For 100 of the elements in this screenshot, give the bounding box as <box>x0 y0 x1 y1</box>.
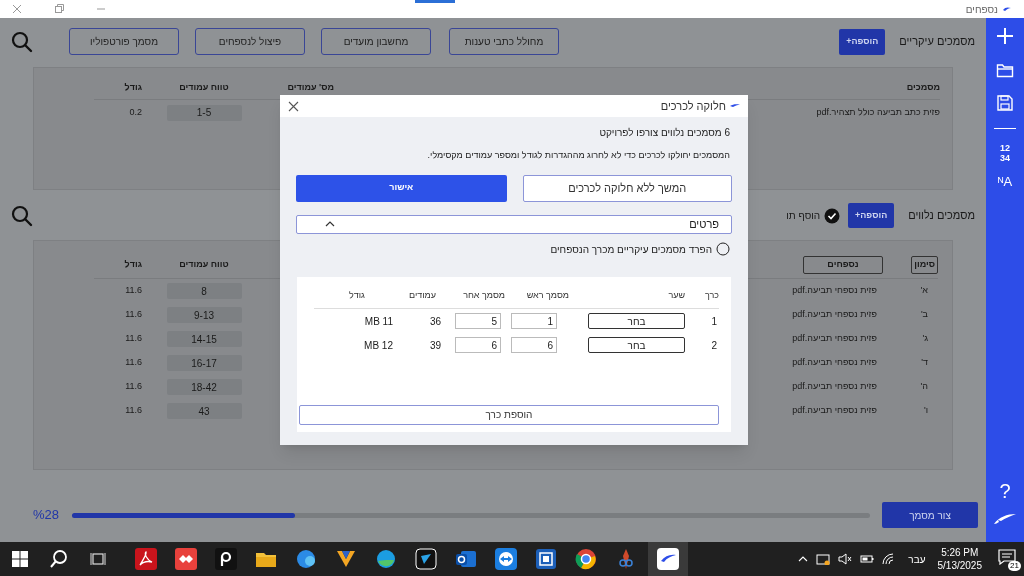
column-header: גודל <box>348 289 366 303</box>
table-cell: פזית נספחי תביעה.pdf <box>792 332 877 346</box>
app-icon[interactable] <box>295 548 317 570</box>
tray-app-icon[interactable] <box>816 553 831 565</box>
number-field[interactable]: 1 <box>511 313 557 329</box>
tool-button[interactable]: פיצול לנספחים <box>195 28 305 55</box>
save-icon[interactable] <box>997 95 1013 111</box>
column-button[interactable]: נספחים <box>803 255 883 274</box>
number-field[interactable]: 5 <box>455 313 501 329</box>
skip-button[interactable]: המשך ללא חלוקה לכרכים <box>522 174 732 202</box>
option-label: הוסף תו <box>786 209 821 223</box>
table-cell-text: MB 12 <box>363 338 394 353</box>
app-icon[interactable] <box>175 548 197 570</box>
range-pill: 16-17 <box>166 355 242 371</box>
add-volume-button[interactable]: הוספת כרך <box>299 404 719 425</box>
window-title: נספחים <box>965 2 998 17</box>
numbering-label[interactable]: 34 <box>1000 153 1010 163</box>
column-header: כרך <box>703 289 719 303</box>
browser-icon[interactable] <box>575 548 597 570</box>
chevron-icon[interactable] <box>798 556 809 562</box>
table-cell-text: 0.2 <box>128 105 143 119</box>
remote-icon[interactable] <box>495 548 517 570</box>
column-header: גודל <box>123 80 143 94</box>
notification-icon[interactable] <box>998 549 1016 565</box>
translate-label[interactable]: ᴺA <box>997 172 1013 192</box>
table-cell-text: MB 11 <box>363 314 394 329</box>
range-pill: 1-5 <box>166 104 242 121</box>
feather-app-icon[interactable] <box>657 548 679 570</box>
table-cell: פזית נספחי תביעה.pdf <box>792 356 877 370</box>
document-app-icon[interactable] <box>135 548 157 570</box>
check-circle-icon[interactable] <box>824 207 841 224</box>
number-field[interactable]: 6 <box>455 337 501 353</box>
app-icon[interactable] <box>415 548 437 570</box>
column-header: גודל <box>123 257 143 271</box>
help-label[interactable]: ? <box>999 480 1011 502</box>
table-cell-text: א' <box>919 284 929 298</box>
number-field[interactable]: 6 <box>511 337 557 353</box>
feather-icon <box>993 512 1017 526</box>
table-cell-text: ה' <box>919 380 929 394</box>
column-header: טווח עמודים <box>178 257 230 271</box>
confirm-button[interactable]: אישור <box>296 174 507 202</box>
folder-icon[interactable] <box>996 62 1014 78</box>
table-cell-text: 11.6 <box>124 308 143 322</box>
table-cell-text: ד' <box>920 356 929 370</box>
table-cell: פזית נספחי תביעה.pdf <box>792 308 877 322</box>
clock-date[interactable]: 5/13/2025 <box>937 559 982 572</box>
clock-time[interactable]: 5:26 PM <box>941 546 979 559</box>
search-icon[interactable] <box>50 550 68 568</box>
range-pill: 18-42 <box>166 379 242 395</box>
choose-button[interactable]: בחר <box>588 313 685 329</box>
close-icon[interactable] <box>288 100 299 112</box>
column-button[interactable]: סימון <box>911 255 938 274</box>
range-pill: 9-13 <box>166 307 242 323</box>
tool-button[interactable]: מחשבון מועדים <box>321 28 431 55</box>
mail-icon[interactable] <box>455 548 477 570</box>
column-header: עמודים <box>408 289 437 303</box>
numbering-label[interactable]: 12 <box>1000 143 1010 153</box>
column-header: מסמכים <box>905 80 940 94</box>
add-button[interactable]: הוספה+ <box>848 203 895 228</box>
tab-indicator <box>415 0 455 3</box>
speaker-muted-icon[interactable] <box>838 553 853 565</box>
add-button[interactable]: הוספה+ <box>839 28 886 55</box>
table-cell-text: 11.6 <box>124 404 143 418</box>
search-icon[interactable] <box>11 204 33 227</box>
search-icon[interactable] <box>11 30 33 53</box>
table-cell-text: 11.6 <box>124 380 143 394</box>
range-pill: 43 <box>166 403 242 419</box>
create-button[interactable]: צור מסמך <box>882 502 978 528</box>
app-icon[interactable] <box>535 548 557 570</box>
column-header: שער <box>667 289 686 303</box>
feather-icon <box>730 103 740 109</box>
details-dropdown[interactable]: פרטים <box>296 214 732 234</box>
feather-icon <box>1002 5 1012 13</box>
restore-icon[interactable] <box>54 4 64 14</box>
note-text: המסמכים יחולקו לכרכים כדי לא לחרוג מההגדרות לגודל ומספר עמודים מקסימלי. <box>426 149 731 162</box>
table-cell-text: 2 <box>710 338 718 353</box>
tool-button[interactable]: מסמך פורטפוליו <box>69 28 179 55</box>
section-title: מסמכים נלווים <box>908 208 975 224</box>
progress-reading: %28 <box>31 506 59 525</box>
table-cell-text: ב' <box>919 308 929 322</box>
choose-button[interactable]: בחר <box>588 337 685 353</box>
column-header: מס' עמודים <box>286 80 334 94</box>
browser-icon[interactable] <box>375 548 397 570</box>
summary-text: 6 מסמכים נלווים צורפו לפרויקט <box>598 126 731 140</box>
task-view-icon[interactable] <box>90 551 106 567</box>
option-label: הפרד מסמכים עיקריים מכרך הנספחים <box>550 242 712 257</box>
battery-icon[interactable] <box>860 554 875 564</box>
radio-button[interactable] <box>716 242 730 256</box>
column-header: טווח עמודים <box>178 80 230 94</box>
app-icon[interactable] <box>215 548 237 570</box>
table-cell-text: ג' <box>921 332 929 346</box>
column-header: מסמך ראש <box>525 289 569 303</box>
windows-logo-icon[interactable] <box>12 551 28 567</box>
dialog-title: חלוקה לכרכים <box>660 98 726 114</box>
language-indicator[interactable]: עבר <box>908 551 926 567</box>
plus-icon[interactable] <box>996 27 1014 45</box>
tool-button[interactable]: מחולל כתבי טענות <box>449 28 559 55</box>
table-cell-text: 11.6 <box>124 332 143 346</box>
table-cell-text: 39 <box>428 338 442 353</box>
table-cell-text: 36 <box>428 314 442 329</box>
